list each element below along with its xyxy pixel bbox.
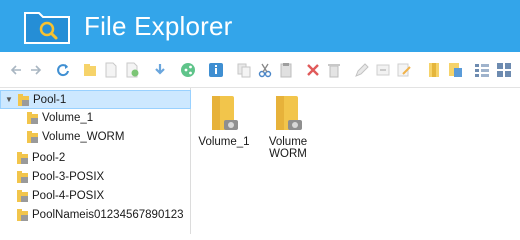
volume-icon (27, 112, 38, 124)
tree-item-pool-3-posix[interactable]: Pool-3-POSIX (0, 168, 191, 187)
grid-view-icon[interactable] (496, 62, 512, 78)
file-name: Volume WORM (268, 136, 308, 160)
tree-item-poolnameis01234567890123[interactable]: PoolNameis01234567890123 (0, 206, 191, 225)
pool-icon (17, 209, 28, 221)
volume-icon (27, 131, 38, 143)
tree-label: Pool-4-POSIX (32, 190, 105, 202)
file-list: Volume_1 Volume WORM (192, 88, 520, 234)
volume-folder-icon (276, 96, 302, 130)
tree-item-volume-1[interactable]: Volume_1 (0, 109, 191, 128)
trash-icon[interactable] (326, 62, 342, 78)
cut-icon[interactable] (257, 62, 273, 78)
move-icon[interactable] (375, 62, 391, 78)
pool-icon (18, 94, 29, 106)
add-file-icon[interactable] (124, 62, 140, 78)
new-file-icon[interactable] (103, 62, 119, 78)
folder-search-icon (24, 12, 70, 44)
tree-label: PoolNameis01234567890123 (32, 209, 184, 221)
list-view-icon[interactable] (474, 62, 490, 78)
file-name: Volume_1 (198, 136, 250, 148)
share-icon[interactable] (180, 62, 196, 78)
edit-icon[interactable] (396, 62, 412, 78)
download-icon[interactable] (152, 62, 168, 78)
volume-folder-icon (212, 96, 238, 130)
refresh-icon[interactable] (55, 62, 71, 78)
tree-label: Pool-3-POSIX (32, 171, 105, 183)
info-icon[interactable] (208, 62, 224, 78)
properties-icon[interactable] (447, 62, 463, 78)
tree-item-pool-1[interactable]: ▼ Pool-1 (0, 90, 191, 109)
bookmark-icon[interactable] (426, 62, 442, 78)
toolbar (0, 52, 520, 88)
tree-item-pool-4-posix[interactable]: Pool-4-POSIX (0, 187, 191, 206)
expand-arrow-icon[interactable]: ▼ (5, 96, 13, 104)
back-icon[interactable] (8, 62, 24, 78)
tree-label: Pool-2 (32, 152, 66, 164)
pool-icon (17, 190, 28, 202)
pool-icon (17, 171, 28, 183)
tree-label: Volume_WORM (42, 131, 125, 143)
new-folder-icon[interactable] (82, 62, 98, 78)
tree-label: Pool-1 (33, 94, 67, 106)
app-title: File Explorer (84, 11, 233, 41)
tree-item-volume-worm[interactable]: Volume_WORM (0, 128, 191, 147)
delete-icon[interactable] (305, 62, 321, 78)
title-bar: File Explorer (0, 0, 520, 52)
forward-icon[interactable] (28, 62, 44, 78)
copy-icon[interactable] (236, 62, 252, 78)
tree-label: Volume_1 (42, 112, 94, 124)
folder-tree: ▼ Pool-1 Volume_1 Volume_WORM Pool-2 Poo… (0, 88, 191, 234)
tree-item-pool-2[interactable]: Pool-2 (0, 149, 191, 168)
paste-icon[interactable] (278, 62, 294, 78)
file-item-volume-worm[interactable]: Volume WORM (256, 88, 320, 168)
rename-icon[interactable] (354, 62, 370, 78)
file-item-volume-1[interactable]: Volume_1 (192, 88, 256, 168)
pool-icon (17, 152, 28, 164)
